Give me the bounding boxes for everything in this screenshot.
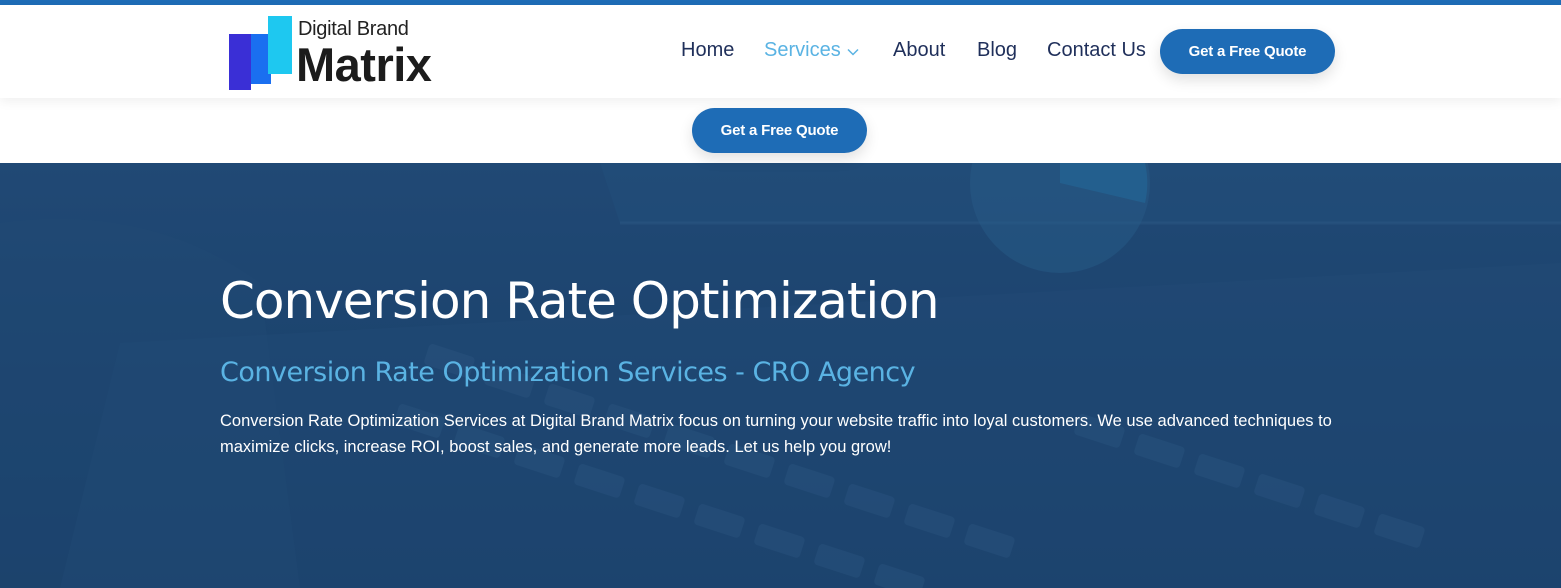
floating-get-quote-button[interactable]: Get a Free Quote <box>692 108 867 153</box>
nav-services-label: Services <box>764 39 841 61</box>
hero-section: Conversion Rate Optimization Conversion … <box>0 163 1561 588</box>
header-get-quote-button[interactable]: Get a Free Quote <box>1160 29 1335 74</box>
nav-about[interactable]: About <box>893 39 945 62</box>
logo-wordmark: Matrix <box>296 38 432 91</box>
page-subtitle: Conversion Rate Optimization Services - … <box>220 357 916 388</box>
logo-bars-icon <box>229 16 292 90</box>
nav-blog[interactable]: Blog <box>977 39 1017 62</box>
brand-logo[interactable]: Digital Brand Matrix <box>228 15 468 93</box>
hero-description: Conversion Rate Optimization Services at… <box>220 412 1332 456</box>
nav-home[interactable]: Home <box>681 39 734 62</box>
page-title: Conversion Rate Optimization <box>220 272 940 330</box>
nav-services[interactable]: Services <box>764 39 859 62</box>
chevron-down-icon <box>847 39 859 62</box>
nav-contact-us[interactable]: Contact Us <box>1047 39 1146 62</box>
site-header: Digital Brand Matrix Home Services About… <box>0 5 1561 98</box>
